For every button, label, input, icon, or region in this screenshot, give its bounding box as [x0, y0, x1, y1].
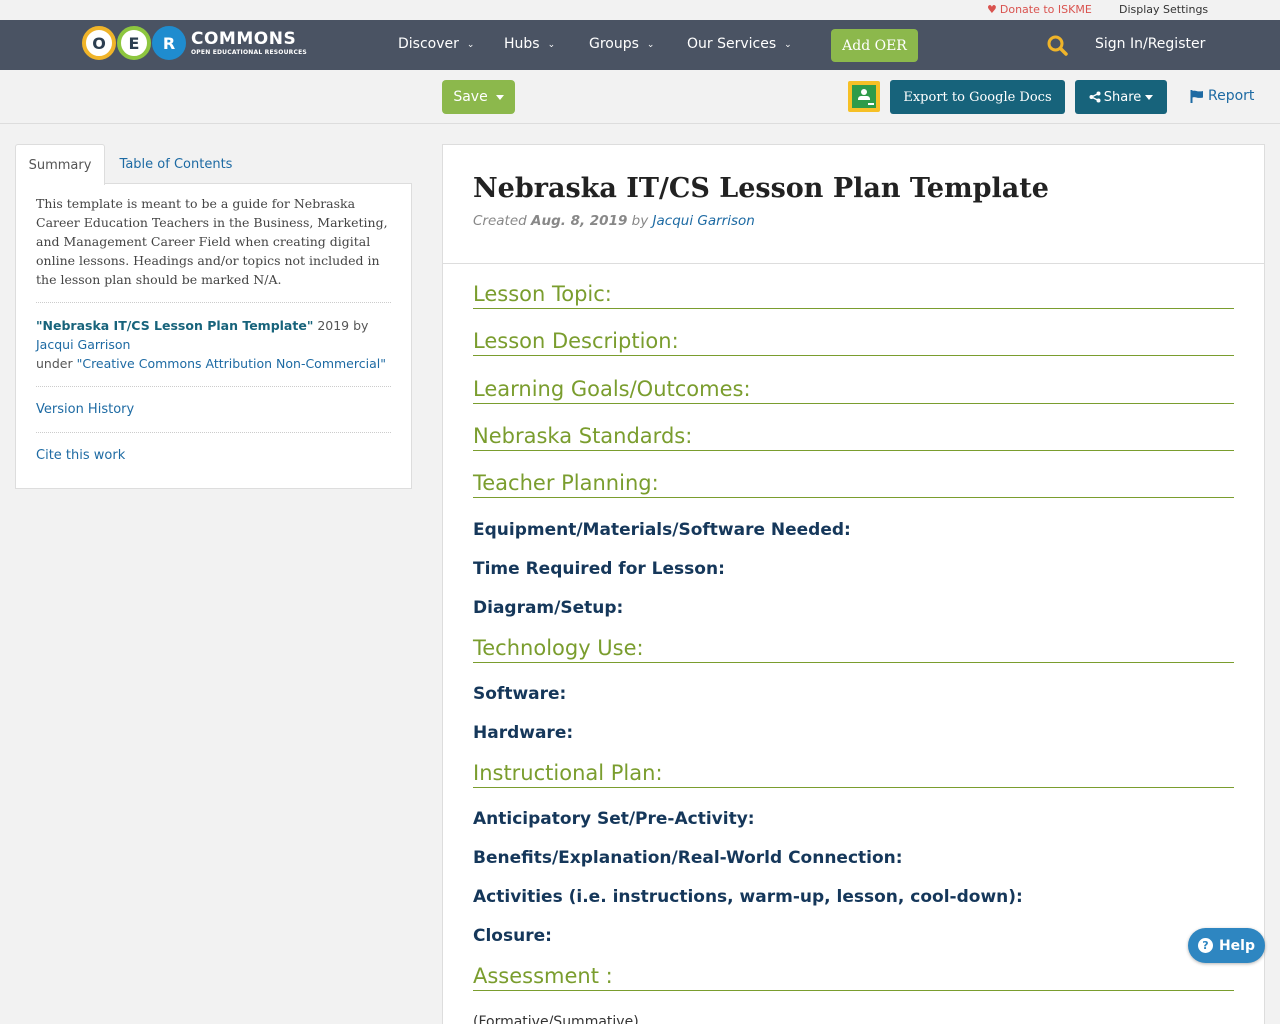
author-link[interactable]: Jacqui Garrison [653, 213, 755, 229]
summary-panel: This template is meant to be a guide for… [15, 183, 412, 489]
help-button[interactable]: ? Help [1188, 928, 1265, 963]
logo-letter-e: E [117, 26, 151, 60]
search-icon[interactable] [1047, 35, 1068, 60]
logo-wordmark: COMMONS OPEN EDUCATIONAL RESOURCES [191, 28, 307, 56]
created-label: Created [473, 213, 532, 229]
save-dropdown-button[interactable]: Save [442, 80, 515, 114]
subsection-closure: Closure: [473, 926, 552, 946]
nav-groups-label: Groups [589, 36, 639, 52]
donate-link[interactable]: ♥ Donate to ISKME [987, 3, 1092, 16]
chevron-down-icon: ⌄ [784, 40, 792, 50]
help-label: Help [1218, 937, 1256, 954]
subsection-activities: Activities (i.e. instructions, warm-up, … [473, 887, 1023, 907]
export-google-docs-button[interactable]: Export to Google Docs [890, 80, 1065, 114]
section-assessment: Assessment : [473, 965, 1234, 991]
oer-commons-logo[interactable]: O E R COMMONS OPEN EDUCATIONAL RESOURCES [82, 25, 307, 61]
main-navbar: O E R COMMONS OPEN EDUCATIONAL RESOURCES… [0, 20, 1280, 70]
logo-letter-r: R [152, 26, 186, 60]
divider [36, 432, 391, 433]
subsection-benefits: Benefits/Explanation/Real-World Connecti… [473, 848, 903, 868]
add-oer-button[interactable]: Add OER [831, 29, 918, 62]
nav-discover-label: Discover [398, 36, 459, 52]
heart-icon: ♥ [987, 3, 997, 16]
subsection-diagram: Diagram/Setup: [473, 598, 624, 618]
display-settings-link[interactable]: Display Settings [1119, 3, 1208, 16]
section-lesson-topic: Lesson Topic: [473, 283, 1234, 309]
document-meta: Created Aug. 8, 2019 by Jacqui Garrison [473, 213, 755, 229]
section-lesson-description: Lesson Description: [473, 330, 1234, 356]
section-teacher-planning: Teacher Planning: [473, 472, 1234, 498]
chevron-down-icon: ⌄ [466, 40, 475, 50]
chevron-down-icon: ⌄ [646, 40, 655, 50]
attribution-year: 2019 by [313, 318, 369, 333]
share-icon [1089, 91, 1101, 103]
subsection-equipment: Equipment/Materials/Software Needed: [473, 520, 851, 540]
question-icon: ? [1197, 938, 1213, 953]
license-link[interactable]: "Creative Commons Attribution Non-Commer… [77, 356, 386, 371]
tab-table-of-contents[interactable]: Table of Contents [105, 144, 247, 184]
attribution: "Nebraska IT/CS Lesson Plan Template" 20… [36, 316, 396, 373]
document-header: Nebraska IT/CS Lesson Plan Template Crea… [443, 145, 1264, 264]
caret-down-icon [1145, 94, 1154, 100]
nav-groups[interactable]: Groups ⌄ [589, 36, 654, 52]
subsection-anticipatory-set: Anticipatory Set/Pre-Activity: [473, 809, 755, 829]
section-instructional-plan: Instructional Plan: [473, 762, 1234, 788]
resource-action-bar: Save Export to Google Docs Share Report [0, 70, 1280, 124]
donate-label: Donate to ISKME [999, 3, 1092, 16]
attribution-under: under [36, 356, 77, 371]
nav-hubs-label: Hubs [504, 36, 540, 52]
assessment-note: (Formative/Summative) [473, 1014, 639, 1024]
utility-bar: ♥ Donate to ISKME Display Settings [0, 0, 1280, 20]
subsection-software: Software: [473, 684, 567, 704]
section-nebraska-standards: Nebraska Standards: [473, 425, 1234, 451]
nav-discover[interactable]: Discover ⌄ [398, 36, 474, 52]
sign-in-register-link[interactable]: Sign In/Register [1095, 36, 1205, 52]
created-date: Aug. 8, 2019 [531, 213, 628, 229]
report-label: Report [1208, 88, 1255, 104]
nav-our-services[interactable]: Our Services ⌄ [687, 36, 792, 52]
nav-services-label: Our Services [687, 36, 777, 52]
save-label: Save [453, 89, 488, 105]
subsection-time-required: Time Required for Lesson: [473, 559, 725, 579]
google-classroom-icon[interactable] [848, 81, 880, 112]
document-content: Nebraska IT/CS Lesson Plan Template Crea… [442, 144, 1265, 1024]
attribution-title: "Nebraska IT/CS Lesson Plan Template" [36, 318, 314, 333]
logo-letter-o: O [82, 26, 116, 60]
report-link[interactable]: Report [1190, 88, 1254, 104]
flag-icon [1190, 89, 1203, 103]
divider [36, 386, 391, 387]
section-technology-use: Technology Use: [473, 637, 1234, 663]
cite-this-work-link[interactable]: Cite this work [36, 448, 125, 463]
sidebar-tabs: Summary Table of Contents [15, 144, 412, 185]
attribution-author-link[interactable]: Jacqui Garrison [36, 337, 130, 352]
section-learning-goals: Learning Goals/Outcomes: [473, 378, 1234, 404]
resource-summary: This template is meant to be a guide for… [36, 196, 388, 287]
by-label: by [627, 213, 653, 229]
divider [36, 302, 391, 303]
subsection-hardware: Hardware: [473, 723, 574, 743]
chevron-down-icon: ⌄ [547, 40, 556, 50]
logo-tagline: OPEN EDUCATIONAL RESOURCES [191, 48, 307, 56]
nav-hubs[interactable]: Hubs ⌄ [504, 36, 555, 52]
version-history-link[interactable]: Version History [36, 402, 134, 417]
tab-summary[interactable]: Summary [15, 144, 105, 185]
share-label: Share [1103, 89, 1142, 105]
page-title: Nebraska IT/CS Lesson Plan Template [473, 173, 1049, 204]
logo-commons-text: COMMONS [191, 28, 297, 49]
caret-down-icon [495, 94, 504, 100]
share-dropdown-button[interactable]: Share [1075, 80, 1167, 114]
